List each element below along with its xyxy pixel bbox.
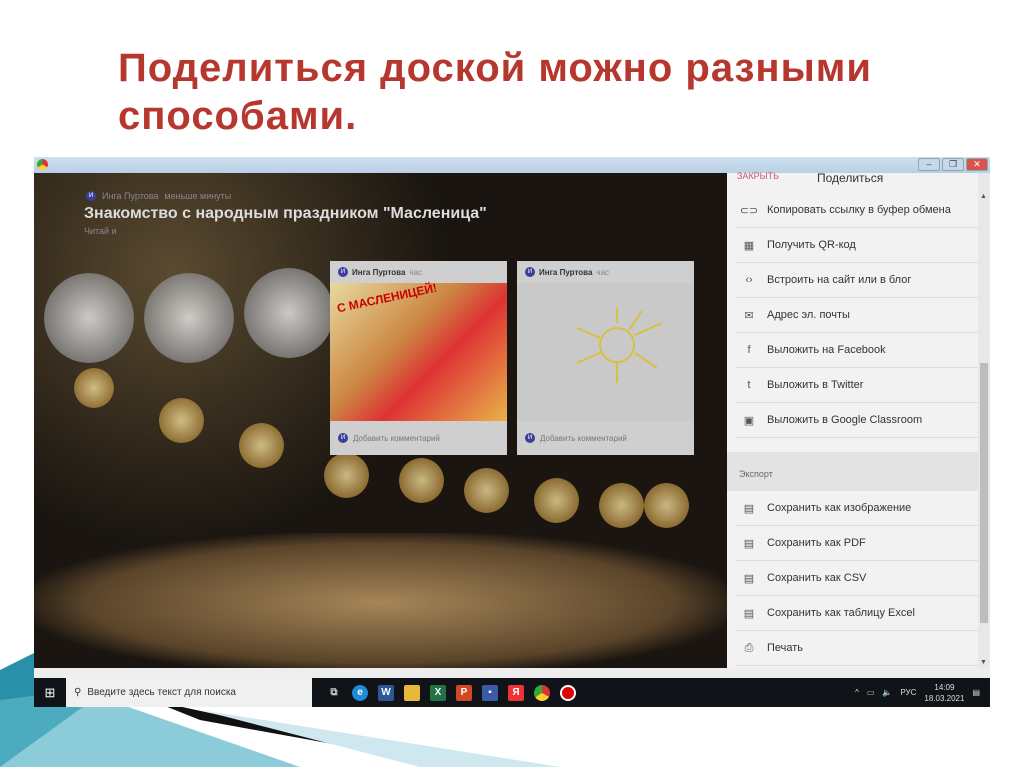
post-time: час: [409, 267, 423, 277]
author-name: Инга Пуртова: [352, 267, 406, 277]
image-file-icon: ▤: [743, 502, 755, 515]
author-name: Инга Пуртова: [102, 191, 159, 201]
embed-code-icon: ‹›: [745, 274, 753, 286]
pdf-file-icon: ▤: [743, 537, 755, 550]
chrome-icon: [37, 159, 48, 170]
restore-button[interactable]: ❐: [942, 158, 964, 171]
add-comment[interactable]: И Добавить комментарий: [330, 421, 507, 455]
panel-scrollbar[interactable]: ▲ ▼: [978, 173, 990, 668]
browser-window: – ❐ ✕ И Инга Пуртова меньше минуты Знакомс…: [34, 157, 990, 707]
post-card[interactable]: И Инга Пуртова час И Добавить комментарий: [517, 261, 694, 455]
option-label: Сохранить как изображение: [767, 502, 912, 514]
share-option-image-file[interactable]: ▤ Сохранить как изображение: [735, 491, 978, 526]
option-label: Печать: [767, 642, 804, 654]
image-caption: С МАСЛЕНИЦЕЙ!: [335, 280, 439, 316]
edge-icon[interactable]: e: [352, 684, 368, 701]
share-option-twitter[interactable]: t Выложить в Twitter: [735, 368, 978, 403]
clock[interactable]: 14:09 18.03.2021: [924, 682, 964, 704]
save-app-icon[interactable]: ▪: [482, 684, 498, 701]
powerpoint-icon[interactable]: P: [456, 684, 472, 701]
windows-start-icon[interactable]: ⊞: [34, 685, 66, 701]
slide-title: Поделиться доской можно разными способам…: [118, 46, 872, 138]
share-option-excel-file[interactable]: ▤ Сохранить как таблицу Excel: [735, 596, 978, 631]
board-author: И Инга Пуртова меньше минуты: [86, 191, 231, 201]
language-indicator[interactable]: РУС: [900, 688, 916, 697]
avatar: И: [525, 267, 535, 277]
avatar: И: [86, 191, 96, 201]
excel-file-icon: ▤: [743, 607, 755, 620]
add-comment[interactable]: И Добавить комментарий: [517, 421, 694, 455]
record-icon[interactable]: [560, 684, 576, 701]
task-view-icon[interactable]: ⧉: [326, 685, 342, 701]
share-option-link[interactable]: ⊂⊃ Копировать ссылку в буфер обмена: [735, 193, 978, 228]
word-icon[interactable]: W: [378, 684, 394, 701]
windows-taskbar: ⊞ ⚲ Введите здесь текст для поиска ⧉ e W …: [34, 678, 990, 707]
option-label: Выложить в Twitter: [767, 379, 864, 391]
close-window-button[interactable]: ✕: [966, 158, 988, 171]
volume-icon[interactable]: 🔈: [882, 688, 892, 697]
tray-chevron-icon[interactable]: ^: [855, 688, 859, 697]
email-icon: ✉: [744, 309, 754, 322]
comment-placeholder: Добавить комментарий: [353, 433, 440, 443]
avatar: И: [338, 267, 348, 277]
share-option-csv-file[interactable]: ▤ Сохранить как CSV: [735, 561, 978, 596]
share-option-pdf-file[interactable]: ▤ Сохранить как PDF: [735, 526, 978, 561]
google-classroom-icon: ▣: [743, 414, 755, 427]
share-option-qr-code[interactable]: ▦ Получить QR-код: [735, 228, 978, 263]
taskbar-search[interactable]: ⚲ Введите здесь текст для поиска: [66, 678, 312, 707]
chrome-taskbar-icon[interactable]: [534, 684, 550, 701]
excel-icon[interactable]: X: [430, 684, 446, 701]
notifications-icon[interactable]: ▤: [972, 688, 980, 697]
post-time: час: [596, 267, 610, 277]
option-label: Копировать ссылку в буфер обмена: [767, 204, 951, 216]
board-subtitle: Читай и: [84, 226, 117, 236]
padlet-board: И Инга Пуртова меньше минуты Знакомство с …: [34, 173, 727, 668]
close-panel-button[interactable]: ЗАКРЫТЬ: [737, 171, 779, 181]
print-icon: ⎙: [744, 641, 754, 654]
share-option-email[interactable]: ✉ Адрес эл. почты: [735, 298, 978, 333]
avatar: И: [338, 433, 348, 443]
twitter-icon: t: [747, 379, 751, 391]
search-icon: ⚲: [74, 687, 82, 698]
link-icon: ⊂⊃: [739, 204, 759, 217]
clock-time: 14:09: [934, 682, 955, 692]
post-time: меньше минуты: [164, 191, 232, 201]
share-option-google-classroom[interactable]: ▣ Выложить в Google Classroom: [735, 403, 978, 438]
page-footer-strip: [34, 668, 990, 678]
option-label: Выложить на Facebook: [767, 344, 886, 356]
board-title: Знакомство с народным праздником "Маслен…: [84, 205, 487, 222]
csv-file-icon: ▤: [743, 572, 755, 585]
maslenitsa-image[interactable]: С МАСЛЕНИЦЕЙ!: [330, 280, 507, 421]
option-label: Выложить в Google Classroom: [767, 414, 923, 426]
clock-date: 18.03.2021: [924, 693, 965, 703]
share-panel: ЗАКРЫТЬ Поделиться ⊂⊃ Копировать ссылку в …: [727, 171, 978, 668]
author-name: Инга Пуртова: [539, 267, 593, 277]
share-option-embed-code[interactable]: ‹› Встроить на сайт или в блог: [735, 263, 978, 298]
option-label: Встроить на сайт или в блог: [767, 274, 912, 286]
network-icon[interactable]: ▭: [867, 688, 875, 697]
option-label: Сохранить как CSV: [767, 572, 867, 584]
search-placeholder: Введите здесь текст для поиска: [87, 687, 236, 698]
facebook-icon: f: [747, 344, 751, 356]
export-section-header: Экспорт: [727, 452, 978, 491]
option-label: Получить QR-код: [767, 239, 856, 251]
minimize-button[interactable]: –: [918, 158, 940, 171]
yandex-icon[interactable]: Я: [508, 684, 524, 701]
share-option-facebook[interactable]: f Выложить на Facebook: [735, 333, 978, 368]
system-tray: ^ ▭ 🔈 РУС 14:09 18.03.2021 ▤: [855, 682, 990, 704]
file-explorer-icon[interactable]: [404, 684, 420, 701]
avatar: И: [525, 433, 535, 443]
qr-code-icon: ▦: [743, 239, 755, 252]
option-label: Сохранить как таблицу Excel: [767, 607, 915, 619]
option-label: Сохранить как PDF: [767, 537, 866, 549]
sun-drawing[interactable]: [517, 283, 694, 421]
post-card[interactable]: И Инга Пуртова час С МАСЛЕНИЦЕЙ! И Добавить…: [330, 261, 507, 455]
comment-placeholder: Добавить комментарий: [540, 433, 627, 443]
share-option-print[interactable]: ⎙ Печать: [735, 631, 978, 666]
panel-title: Поделиться: [817, 171, 884, 185]
option-label: Адрес эл. почты: [767, 309, 850, 321]
